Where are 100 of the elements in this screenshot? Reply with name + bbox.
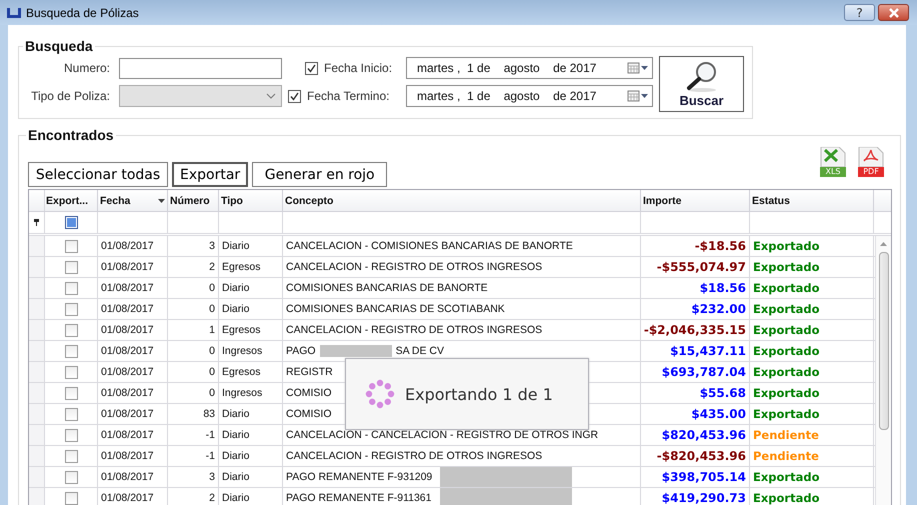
column-header[interactable]: Estatus — [750, 190, 874, 211]
row-checkbox[interactable] — [64, 260, 78, 274]
table-cell: 3 — [209, 240, 215, 252]
row-checkbox[interactable] — [64, 450, 78, 462]
table-cell: 01/08/2017 — [101, 450, 154, 462]
search-button[interactable]: Buscar — [659, 56, 744, 112]
row-checkbox[interactable] — [64, 324, 78, 336]
row-checkbox[interactable] — [64, 386, 78, 400]
table-cell: 01/08/2017 — [101, 408, 154, 420]
table-cell: Exportado — [753, 260, 820, 274]
close-button[interactable] — [878, 4, 909, 21]
checkbox[interactable] — [288, 90, 301, 102]
spinner-icon — [365, 379, 395, 409]
table-cell: REGISTR — [286, 366, 333, 378]
table-cell: Exportado — [753, 407, 820, 421]
numero-field[interactable] — [119, 58, 282, 78]
table-cell: CANCELACION - CANCELACION - REGISTRO DE OTROS INGR — [286, 429, 598, 441]
scrollbar[interactable] — [875, 236, 891, 505]
table-cell: Pendiente — [753, 449, 819, 463]
table-cell: 01/08/2017 — [101, 282, 154, 294]
table-cell: $398,705.14 — [662, 470, 746, 484]
table-cell: -1 — [206, 450, 215, 462]
table-cell: Exportado — [753, 491, 820, 505]
table-cell: 01/08/2017 — [101, 240, 154, 252]
table-cell: -$2,046,335.15 — [644, 323, 746, 337]
table-cell: COMISIO — [286, 408, 332, 420]
row-checkbox[interactable] — [64, 344, 78, 358]
help-button[interactable]: ? — [844, 4, 875, 21]
table-cell: 01/08/2017 — [101, 261, 154, 273]
date-picker[interactable]: martes , 1 de agosto de 2017 — [406, 85, 653, 107]
table-cell: 1 — [209, 324, 215, 336]
table-cell: Exportado — [753, 239, 820, 253]
table-cell: Diario — [222, 471, 250, 483]
row-checkbox[interactable] — [64, 470, 78, 484]
table-cell: $232.00 — [691, 302, 746, 316]
row-checkbox[interactable] — [64, 282, 78, 294]
table-cell: -$18.56 — [694, 239, 746, 253]
group-title: Encontrados — [27, 127, 115, 143]
table-cell: $419,290.73 — [662, 491, 746, 505]
table-cell: 01/08/2017 — [101, 471, 154, 483]
toolbar-button[interactable]: Exportar — [172, 162, 248, 187]
checkbox-label: Fecha Inicio: — [324, 61, 392, 75]
checkbox[interactable] — [305, 62, 318, 74]
table-cell: PAGO REMANENTE F-911361 — [286, 492, 432, 504]
table-cell: 01/08/2017 — [101, 303, 154, 315]
row-checkbox[interactable] — [64, 428, 78, 442]
column-header[interactable]: Concepto — [283, 190, 641, 211]
toolbar-button[interactable]: Seleccionar todas — [28, 162, 168, 187]
row-checkbox[interactable] — [64, 408, 78, 420]
table-cell: Diario — [222, 429, 250, 441]
field-label: Tipo de Poliza: — [30, 89, 111, 103]
table-cell: PAGO REMANENTE F-931209 — [286, 471, 432, 483]
row-checkbox[interactable] — [64, 492, 78, 504]
table-cell: $18.56 — [700, 281, 746, 295]
table-cell: -$820,453.96 — [656, 449, 746, 463]
group-title: Busqueda — [24, 38, 94, 54]
column-header[interactable]: Tipo — [219, 190, 283, 211]
progress-message: Exportando 1 de 1 — [405, 384, 553, 404]
table-cell: 0 — [209, 303, 215, 315]
table-cell: 01/08/2017 — [101, 429, 154, 441]
row-checkbox[interactable] — [64, 302, 78, 316]
row-checkbox[interactable] — [64, 366, 78, 378]
column-header[interactable]: Fecha — [98, 190, 168, 211]
table-cell: 83 — [203, 408, 215, 420]
table-cell: 01/08/2017 — [101, 366, 154, 378]
table-cell: Exportado — [753, 470, 820, 484]
table-cell: 01/08/2017 — [101, 345, 154, 357]
table-cell: COMISIONES BANCARIAS DE SCOTIABANK — [286, 303, 505, 315]
table-cell: CANCELACION - REGISTRO DE OTROS INGRESOS — [286, 324, 542, 336]
table-cell: 0 — [209, 366, 215, 378]
table-cell: COMISIO — [286, 387, 332, 399]
filter-checkbox[interactable] — [64, 216, 78, 229]
table-cell: Egresos — [222, 366, 261, 378]
table-cell: $693,787.04 — [662, 365, 746, 379]
search-icon — [684, 60, 718, 92]
table-cell: Pendiente — [753, 428, 819, 442]
date-picker[interactable]: martes , 1 de agosto de 2017 — [406, 57, 653, 79]
table-cell: -$555,074.97 — [656, 260, 746, 274]
column-header[interactable]: Export... — [45, 190, 98, 211]
table-cell: 0 — [209, 345, 215, 357]
toolbar-button[interactable]: Generar en rojo — [252, 162, 388, 187]
table-cell: Egresos — [222, 261, 261, 273]
row-checkbox[interactable] — [64, 240, 78, 252]
table-cell: CANCELACION - REGISTRO DE OTROS INGRESOS — [286, 450, 542, 462]
column-header[interactable]: Importe — [641, 190, 750, 211]
scroll-up-icon[interactable] — [880, 242, 887, 246]
column-header[interactable]: Número — [168, 190, 219, 211]
scroll-thumb[interactable] — [878, 252, 888, 430]
table-cell: Exportado — [753, 281, 820, 295]
table-cell: Diario — [222, 282, 250, 294]
table-cell: Diario — [222, 240, 250, 252]
table-cell: 01/08/2017 — [101, 387, 154, 399]
table-cell: $55.68 — [700, 386, 746, 400]
table-cell: Exportado — [753, 365, 820, 379]
table-cell: 2 — [209, 261, 215, 273]
table-cell: Diario — [222, 450, 250, 462]
close-icon — [888, 8, 900, 18]
table-cell: $435.00 — [691, 407, 746, 421]
calendar-icon — [627, 62, 649, 74]
table-cell: Exportado — [753, 323, 820, 337]
